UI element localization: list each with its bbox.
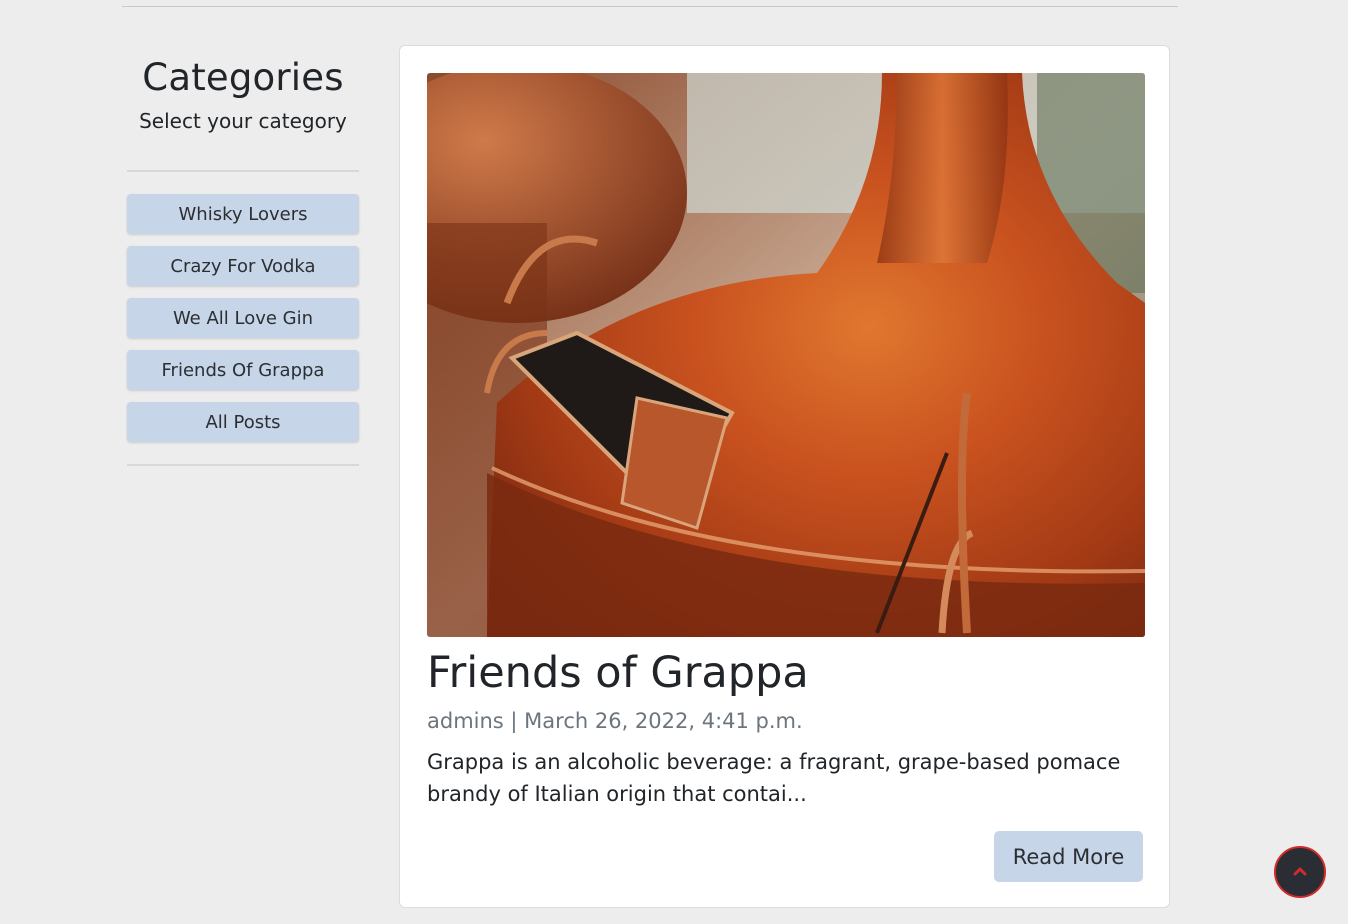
category-button-whisky-lovers[interactable]: Whisky Lovers	[127, 194, 359, 234]
header-divider	[122, 6, 1178, 7]
post-title[interactable]: Friends of Grappa	[427, 646, 809, 700]
category-button-crazy-for-vodka[interactable]: Crazy For Vodka	[127, 246, 359, 286]
post-card: Friends of Grappa admins | March 26, 202…	[399, 45, 1170, 908]
post-excerpt: Grappa is an alcoholic beverage: a fragr…	[427, 750, 1121, 806]
back-to-top-button[interactable]	[1274, 846, 1326, 898]
category-button-we-all-love-gin[interactable]: We All Love Gin	[127, 298, 359, 338]
category-button-all-posts[interactable]: All Posts	[127, 402, 359, 442]
category-button-friends-of-grappa[interactable]: Friends Of Grappa	[127, 350, 359, 390]
post-meta: admins | March 26, 2022, 4:41 p.m.	[427, 709, 803, 733]
category-list: Whisky Lovers Crazy For Vodka We All Lov…	[127, 194, 359, 442]
read-more-button[interactable]: Read More	[994, 831, 1143, 882]
sidebar-title: Categories	[142, 56, 344, 99]
category-sidebar: Categories Select your category Whisky L…	[127, 50, 359, 466]
sidebar-divider-bottom	[127, 464, 359, 466]
sidebar-subtitle: Select your category	[139, 109, 347, 133]
sidebar-divider-top	[127, 170, 359, 172]
chevron-up-icon	[1293, 867, 1307, 876]
post-image[interactable]	[427, 73, 1145, 637]
